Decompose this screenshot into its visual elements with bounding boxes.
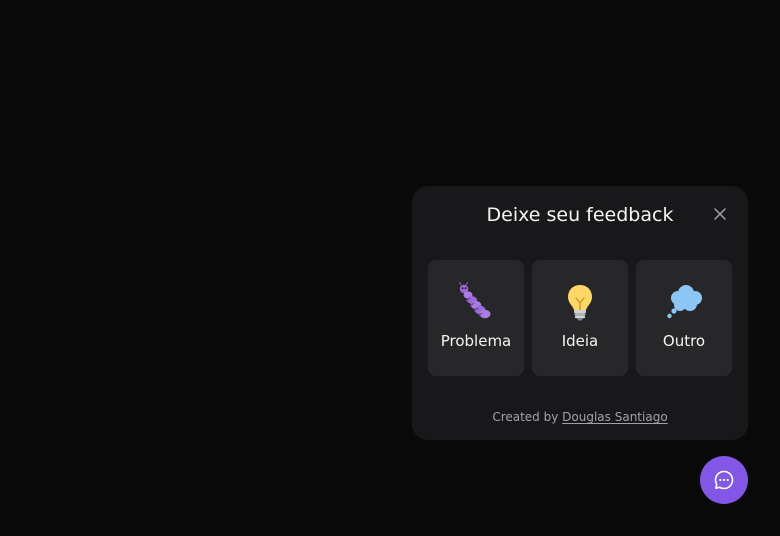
- option-outro[interactable]: Outro: [636, 260, 732, 376]
- option-label: Outro: [662, 332, 706, 350]
- option-ideia[interactable]: Ideia: [532, 260, 628, 376]
- bug-icon: [456, 282, 496, 322]
- lightbulb-icon: [560, 282, 600, 322]
- option-label: Problema: [440, 332, 512, 350]
- page: Deixe seu feedback Problema Ideia Outro …: [0, 0, 780, 536]
- option-problema[interactable]: Problema: [428, 260, 524, 376]
- widget-title: Deixe seu feedback: [486, 204, 674, 226]
- close-button[interactable]: [710, 204, 730, 224]
- author-link[interactable]: Douglas Santiago: [562, 410, 668, 424]
- widget-footer: Created by Douglas Santiago: [412, 409, 748, 425]
- option-label: Ideia: [561, 332, 599, 350]
- thought-bubble-icon: [664, 282, 704, 322]
- feedback-toggle-button[interactable]: [700, 456, 748, 504]
- chat-bubble-icon: [714, 470, 734, 490]
- footer-prefix: Created by: [492, 410, 559, 424]
- feedback-widget: Deixe seu feedback Problema Ideia Outro …: [412, 186, 748, 440]
- widget-header: Deixe seu feedback: [412, 186, 748, 246]
- close-icon: [714, 208, 726, 220]
- feedback-options: Problema Ideia Outro: [428, 260, 732, 376]
